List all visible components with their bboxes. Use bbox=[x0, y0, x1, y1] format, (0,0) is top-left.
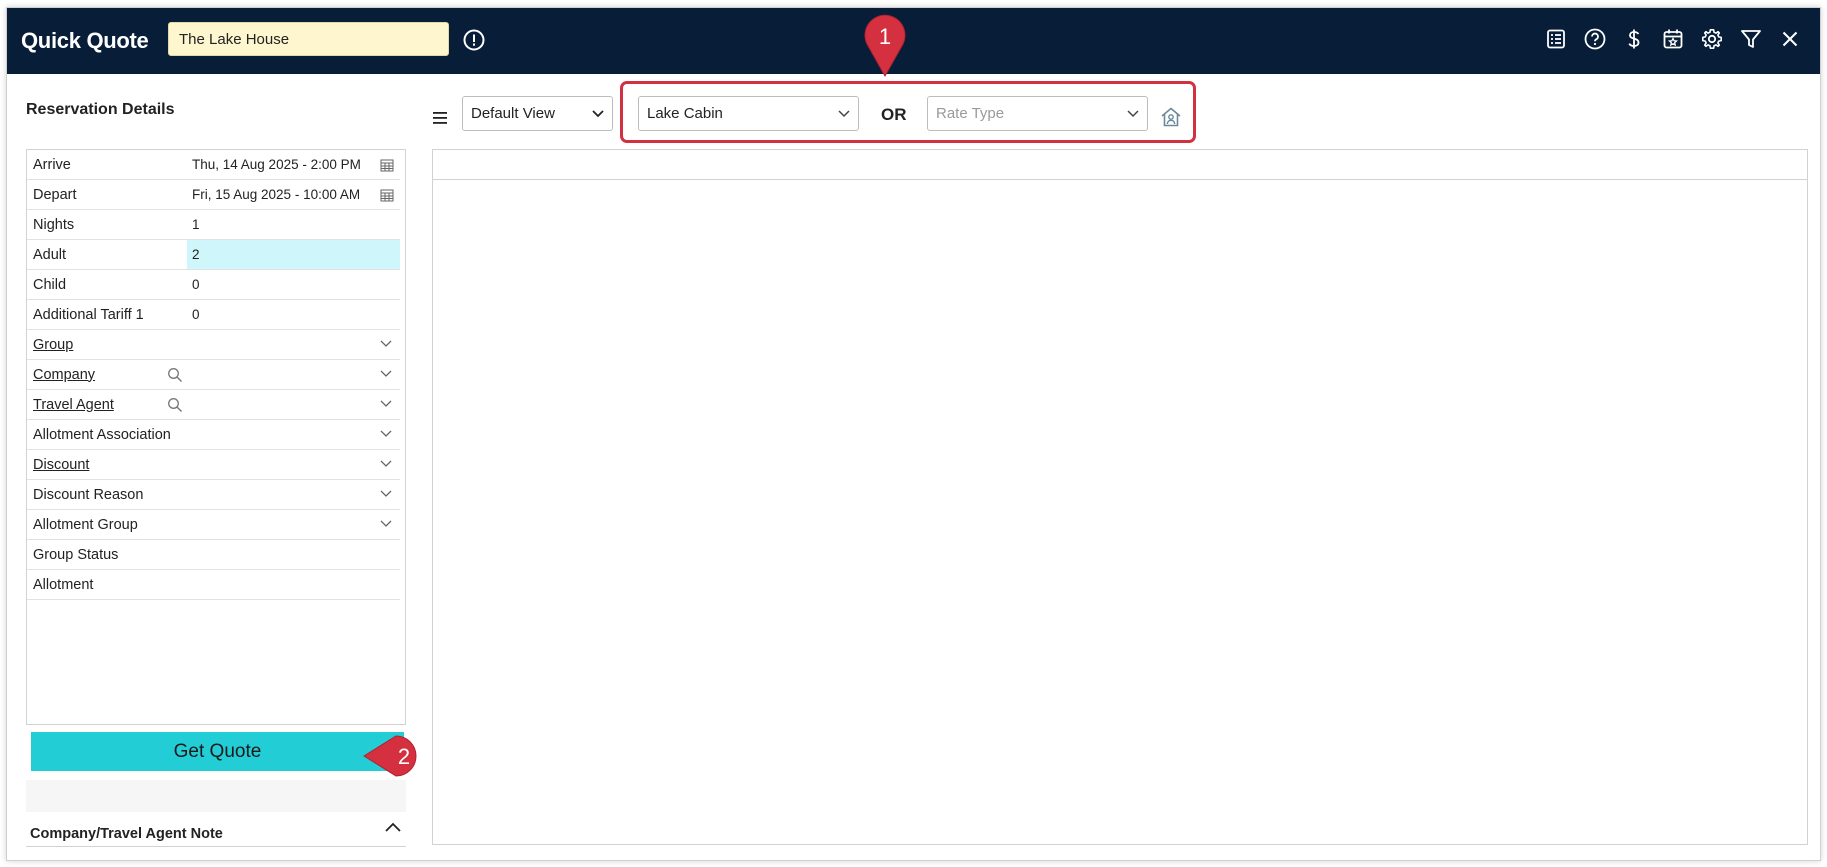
additional-tariff-field[interactable]: 0 bbox=[187, 300, 400, 329]
row-label: Discount Reason bbox=[33, 486, 144, 503]
chevron-down-icon[interactable] bbox=[380, 460, 392, 468]
row-label: Additional Tariff 1 bbox=[33, 306, 144, 323]
header-icons bbox=[1544, 27, 1802, 51]
arrive-field[interactable]: Thu, 14 Aug 2025 - 2:00 PM bbox=[187, 150, 400, 179]
row-label: Arrive bbox=[33, 156, 71, 173]
dollar-icon[interactable] bbox=[1622, 27, 1646, 51]
row-label: Group Status bbox=[33, 546, 119, 563]
chevron-down-icon[interactable] bbox=[380, 370, 392, 378]
chevron-down-icon[interactable] bbox=[380, 490, 392, 498]
chevron-up-icon[interactable] bbox=[385, 822, 401, 832]
row-label: Child bbox=[33, 276, 67, 293]
header-bar: Quick Quote bbox=[7, 8, 1820, 74]
row-depart: Depart Fri, 15 Aug 2025 - 10:00 AM bbox=[27, 180, 400, 210]
reservation-details-panel: Arrive Thu, 14 Aug 2025 - 2:00 PM Depart… bbox=[26, 149, 406, 725]
row-discount-reason[interactable]: Discount Reason bbox=[27, 480, 400, 510]
row-additional-tariff: Additional Tariff 1 0 bbox=[27, 300, 400, 330]
list-icon[interactable] bbox=[1544, 27, 1568, 51]
home-person-icon[interactable] bbox=[1159, 105, 1183, 129]
chevron-down-icon[interactable] bbox=[380, 520, 392, 528]
travel-agent-link[interactable]: Travel Agent bbox=[33, 397, 188, 413]
row-child: Child 0 bbox=[27, 270, 400, 300]
reservation-details-title: Reservation Details bbox=[26, 101, 175, 118]
row-allotment: Allotment bbox=[27, 570, 400, 600]
callout-marker-2: 2 bbox=[363, 735, 417, 777]
row-label: Allotment Association bbox=[33, 426, 171, 443]
search-icon[interactable] bbox=[167, 397, 183, 413]
row-label: Depart bbox=[33, 186, 77, 203]
search-icon[interactable] bbox=[167, 367, 183, 383]
row-allotment-association[interactable]: Allotment Association bbox=[27, 420, 400, 450]
filter-icon[interactable] bbox=[1739, 27, 1763, 51]
row-allotment-group[interactable]: Allotment Group bbox=[27, 510, 400, 540]
row-label: Allotment Group bbox=[33, 516, 138, 533]
row-adult: Adult 2 bbox=[27, 240, 400, 270]
room-type-select[interactable]: Lake Cabin bbox=[638, 96, 859, 131]
quick-quote-window: Quick Quote The Lake House Reservation D… bbox=[6, 7, 1821, 861]
gear-icon[interactable] bbox=[1700, 27, 1724, 51]
chevron-down-icon[interactable] bbox=[380, 400, 392, 408]
depart-field[interactable]: Fri, 15 Aug 2025 - 10:00 AM bbox=[187, 180, 400, 209]
row-arrive: Arrive Thu, 14 Aug 2025 - 2:00 PM bbox=[27, 150, 400, 180]
row-label: Adult bbox=[33, 246, 67, 263]
chevron-down-icon bbox=[1127, 109, 1139, 117]
view-select[interactable]: Default View bbox=[462, 96, 613, 131]
grid-header bbox=[433, 150, 1807, 180]
company-link[interactable]: Company bbox=[33, 367, 188, 383]
callout-number: 1 bbox=[879, 24, 891, 49]
discount-link[interactable]: Discount bbox=[33, 457, 188, 473]
adult-field[interactable]: 2 bbox=[187, 240, 400, 269]
note-divider bbox=[26, 846, 406, 847]
row-company[interactable]: Company bbox=[27, 360, 400, 390]
chevron-down-icon[interactable] bbox=[380, 340, 392, 348]
note-spacer bbox=[26, 780, 406, 812]
child-field[interactable]: 0 bbox=[187, 270, 400, 299]
calendar-icon[interactable] bbox=[380, 188, 394, 202]
or-label: OR bbox=[881, 105, 907, 124]
property-input[interactable] bbox=[168, 22, 449, 56]
info-icon[interactable] bbox=[462, 28, 486, 52]
app-title: Quick Quote bbox=[21, 28, 149, 53]
row-group[interactable]: Group bbox=[27, 330, 400, 360]
nights-field[interactable]: 1 bbox=[187, 210, 400, 239]
close-icon[interactable] bbox=[1778, 27, 1802, 51]
row-travel-agent[interactable]: Travel Agent bbox=[27, 390, 400, 420]
help-icon[interactable] bbox=[1583, 27, 1607, 51]
row-nights: Nights 1 bbox=[27, 210, 400, 240]
group-link[interactable]: Group bbox=[33, 337, 188, 353]
get-quote-button[interactable]: Get Quote bbox=[31, 732, 404, 771]
chevron-down-icon bbox=[838, 109, 850, 117]
callout-number: 2 bbox=[398, 744, 410, 769]
row-group-status: Group Status bbox=[27, 540, 400, 570]
row-label: Nights bbox=[33, 216, 75, 233]
row-label: Allotment bbox=[33, 576, 94, 593]
hamburger-menu-icon[interactable] bbox=[432, 111, 448, 125]
callout-marker-1: 1 bbox=[864, 14, 906, 78]
quote-results-grid bbox=[432, 149, 1808, 845]
row-discount[interactable]: Discount bbox=[27, 450, 400, 480]
company-travel-agent-note-title: Company/Travel Agent Note bbox=[30, 826, 223, 842]
chevron-down-icon[interactable] bbox=[380, 430, 392, 438]
calendar-star-icon[interactable] bbox=[1661, 27, 1685, 51]
calendar-icon[interactable] bbox=[380, 158, 394, 172]
chevron-down-icon bbox=[592, 109, 604, 117]
rate-type-select[interactable]: Rate Type bbox=[927, 96, 1148, 131]
